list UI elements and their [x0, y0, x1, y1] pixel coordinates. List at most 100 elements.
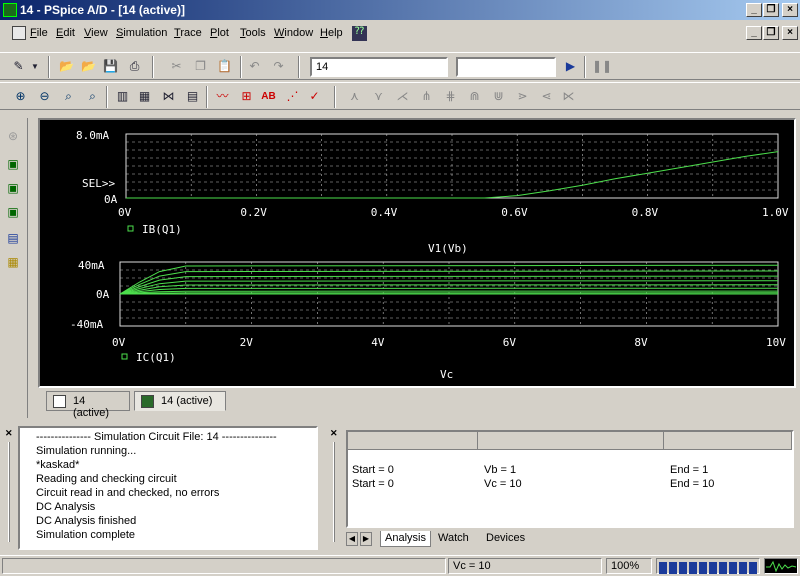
- output-line: *kaskad*: [36, 459, 80, 471]
- menu-plot[interactable]: Plot: [210, 27, 229, 39]
- output-file-icon[interactable]: ▤: [5, 230, 21, 246]
- new-dropdown-icon[interactable]: ▼: [30, 58, 40, 75]
- window-title: 14 - PSpice A/D - [14 (active)]: [20, 3, 185, 17]
- sim-status-close-icon[interactable]: ✕: [330, 428, 338, 439]
- add-trace-icon[interactable]: 〰: [214, 88, 231, 105]
- status-sweep-value: Vc = 10: [448, 558, 602, 574]
- mdi-restore-button[interactable]: ❐: [763, 26, 779, 40]
- minimize-button[interactable]: _: [746, 3, 762, 17]
- top-sel-marker: SEL>>: [82, 177, 115, 190]
- top-x-axis-label: V1(Vb): [428, 242, 468, 255]
- output-line: DC Analysis finished: [36, 515, 137, 527]
- zoom-out-icon[interactable]: ⊖: [36, 88, 53, 105]
- mdi-close-button[interactable]: ×: [782, 26, 798, 40]
- zoom-area-icon[interactable]: ⌕: [60, 88, 77, 105]
- run-profile-icon[interactable]: ▣: [5, 204, 21, 220]
- cursor-icon[interactable]: ✓: [306, 88, 323, 105]
- text-file-icon: [53, 395, 66, 408]
- context-help-icon[interactable]: ⁇: [352, 26, 367, 41]
- tab-scroll-right-icon[interactable]: ▶: [360, 532, 372, 546]
- bot-y-tick-neg40ma: -40mA: [70, 318, 103, 331]
- top-x-tick-label: 0.2V: [240, 206, 267, 219]
- tab-watch[interactable]: Watch: [434, 531, 473, 547]
- standard-toolbar: ✎ ▼ 📂 📂 💾 ⎙ ✂ ❐ 📋 ↶ ↷ 14 ▶ ❚❚: [0, 52, 800, 80]
- cursor-slope-icon[interactable]: ⋌: [394, 88, 411, 105]
- run-icon[interactable]: ▶: [562, 58, 579, 75]
- cursor-max-icon[interactable]: ⋕: [442, 88, 459, 105]
- log-x-icon[interactable]: ▥: [114, 88, 131, 105]
- progress-block: [689, 562, 697, 574]
- menu-edit[interactable]: Edit: [56, 27, 75, 39]
- menu-simulation[interactable]: Simulation: [116, 27, 167, 39]
- pause-icon[interactable]: ❚❚: [592, 58, 612, 75]
- top-x-tick-label: 0.6V: [501, 206, 528, 219]
- cut-icon[interactable]: ✂: [168, 58, 185, 75]
- cursor-label-icon[interactable]: ⋉: [560, 88, 577, 105]
- schematic-icon[interactable]: ▦: [5, 254, 21, 270]
- performance-icon[interactable]: ⋈: [160, 88, 177, 105]
- fourier-icon[interactable]: ▦: [136, 88, 153, 105]
- menu-view[interactable]: View: [84, 27, 108, 39]
- cursor-point-icon[interactable]: ⋒: [466, 88, 483, 105]
- title-bar: 14 - PSpice A/D - [14 (active)] _ ❐ ×: [0, 0, 800, 20]
- paste-icon[interactable]: 📋: [216, 58, 233, 75]
- cursor-peak-icon[interactable]: ⋏: [346, 88, 363, 105]
- cursor-search-icon[interactable]: ⋓: [490, 88, 507, 105]
- marker-icon[interactable]: ⋰: [284, 88, 301, 105]
- progress-block: [729, 562, 737, 574]
- close-button[interactable]: ×: [782, 3, 798, 17]
- redo-icon[interactable]: ↷: [270, 58, 287, 75]
- menu-help[interactable]: Help: [320, 27, 343, 39]
- output-window[interactable]: --------------- Simulation Circuit File:…: [18, 426, 318, 550]
- plot-window[interactable]: 8.0mA SEL>> 0A 0V 0.2V 0.4V 0.6V 0.8V 1.0V IB…: [38, 118, 796, 388]
- edit-profile-icon[interactable]: ▣: [5, 180, 21, 196]
- doc-tab-output[interactable]: 14 (active): [46, 391, 130, 419]
- save-icon[interactable]: 💾: [102, 58, 119, 75]
- progress-block: [739, 562, 747, 574]
- print-icon[interactable]: ⎙: [126, 58, 143, 75]
- new-icon[interactable]: ✎: [10, 58, 27, 75]
- document-icon[interactable]: [12, 26, 26, 40]
- cursor-next-icon[interactable]: ⋗: [514, 88, 531, 105]
- bot-y-tick-0a: 0A: [96, 288, 110, 301]
- copy-icon[interactable]: ❐: [192, 58, 209, 75]
- undo-icon[interactable]: ↶: [246, 58, 263, 75]
- cursor-min-icon[interactable]: ⋔: [418, 88, 435, 105]
- top-y-tick-0a: 0A: [104, 193, 118, 206]
- cursor-trough-icon[interactable]: ⋎: [370, 88, 387, 105]
- text-label-icon[interactable]: AB: [260, 88, 277, 105]
- output-grip[interactable]: [8, 442, 10, 542]
- zoom-fit-icon[interactable]: ⌕: [84, 88, 101, 105]
- secondary-combo[interactable]: [456, 57, 556, 77]
- menu-tools[interactable]: Tools: [240, 27, 266, 39]
- tab-analysis[interactable]: Analysis: [380, 531, 431, 547]
- zoom-in-icon[interactable]: ⊕: [12, 88, 29, 105]
- restore-button[interactable]: ❐: [763, 3, 779, 17]
- eval-goal-icon[interactable]: ⊞: [238, 88, 255, 105]
- doc-tab-probe[interactable]: 14 (active): [134, 391, 226, 411]
- plot-canvas[interactable]: 8.0mA SEL>> 0A 0V 0.2V 0.4V 0.6V 0.8V 1.0V IB…: [40, 120, 794, 386]
- waveform-activity-icon: [764, 558, 798, 574]
- top-x-tick-label: 0.8V: [632, 206, 659, 219]
- menu-file[interactable]: File: [30, 27, 48, 39]
- ic-trace-family: [119, 264, 779, 295]
- probe-icon[interactable]: ⊛: [5, 128, 21, 144]
- pspice-app-icon[interactable]: [3, 3, 17, 17]
- end-value: End = 1: [670, 464, 709, 476]
- menu-window[interactable]: Window: [274, 27, 313, 39]
- bottom-x-tick-label: 0V: [112, 336, 126, 349]
- menu-trace[interactable]: Trace: [174, 27, 202, 39]
- sim-status-grip[interactable]: [333, 442, 335, 542]
- open-simulation-icon[interactable]: 📂: [80, 58, 97, 75]
- mdi-minimize-button[interactable]: _: [746, 26, 762, 40]
- log-y-icon[interactable]: ▤: [184, 88, 201, 105]
- open-icon[interactable]: 📂: [58, 58, 75, 75]
- output-close-icon[interactable]: ✕: [5, 428, 13, 439]
- cursor-mark-icon[interactable]: ⋖: [538, 88, 555, 105]
- end-value: End = 10: [670, 478, 715, 490]
- tab-devices[interactable]: Devices: [482, 531, 529, 547]
- simulation-profile-combo[interactable]: 14: [310, 57, 448, 77]
- sweep-variable: Vb = 1: [484, 464, 517, 476]
- simulation-settings-icon[interactable]: ▣: [5, 156, 21, 172]
- tab-scroll-left-icon[interactable]: ◀: [346, 532, 358, 546]
